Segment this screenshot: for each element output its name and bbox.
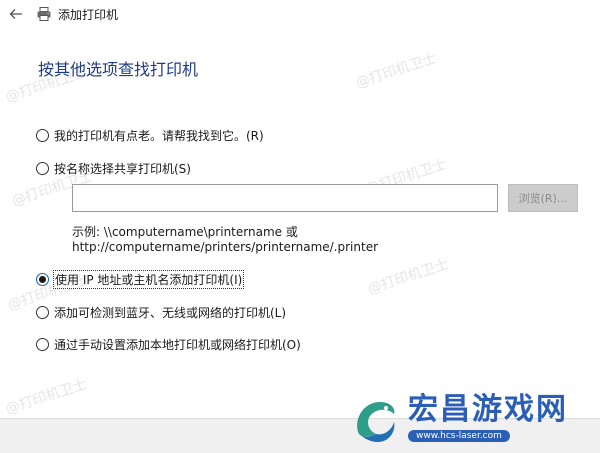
option-old-printer-label: 我的打印机有点老。请帮我找到它。(R) (54, 129, 264, 143)
logo-url-text: www.hcs-laser.com (408, 430, 510, 442)
logo-main-text: 宏昌游戏网 (408, 392, 568, 427)
example-line-2: http://computername/printers/printername… (72, 240, 379, 254)
browse-button[interactable]: 浏览(R)... (508, 184, 578, 212)
watermark: @打印机卫士 (3, 376, 89, 418)
option-ip-hostname[interactable]: 使用 IP 地址或主机名添加打印机(I) (36, 270, 245, 289)
shared-printer-name-input[interactable] (72, 184, 498, 212)
radio-ip-hostname[interactable] (36, 273, 49, 286)
site-logo: 宏昌游戏网 www.hcs-laser.com (348, 392, 594, 450)
logo-text: 宏昌游戏网 www.hcs-laser.com (408, 392, 568, 442)
title-bar: 添加打印机 (0, 0, 600, 28)
radio-shared-printer[interactable] (36, 162, 49, 175)
radio-old-printer[interactable] (36, 129, 49, 142)
option-bluetooth-wireless[interactable]: 添加可检测到蓝牙、无线或网络的打印机(L) (36, 304, 286, 321)
radio-manual-local[interactable] (36, 338, 49, 351)
printer-icon (37, 7, 51, 21)
option-ip-hostname-label: 使用 IP 地址或主机名添加打印机(I) (52, 270, 245, 289)
radio-bluetooth-wireless[interactable] (36, 306, 49, 319)
page-heading: 按其他选项查找打印机 (38, 60, 199, 79)
option-shared-printer[interactable]: 按名称选择共享打印机(S) (36, 160, 191, 177)
watermark: @打印机卫士 (353, 50, 439, 92)
back-button[interactable] (6, 4, 26, 24)
option-manual-local[interactable]: 通过手动设置添加本地打印机或网络打印机(O) (36, 336, 301, 353)
window-title: 添加打印机 (58, 8, 119, 22)
option-bluetooth-wireless-label: 添加可检测到蓝牙、无线或网络的打印机(L) (54, 306, 287, 320)
dragon-logo-icon (357, 402, 395, 442)
watermark: @打印机卫士 (365, 256, 451, 298)
back-arrow-icon (9, 9, 22, 19)
option-shared-printer-label: 按名称选择共享打印机(S) (54, 162, 191, 176)
example-line-1: 示例: \\computername\printername 或 (72, 225, 298, 239)
option-old-printer[interactable]: 我的打印机有点老。请帮我找到它。(R) (36, 127, 264, 144)
option-manual-local-label: 通过手动设置添加本地打印机或网络打印机(O) (54, 338, 301, 352)
